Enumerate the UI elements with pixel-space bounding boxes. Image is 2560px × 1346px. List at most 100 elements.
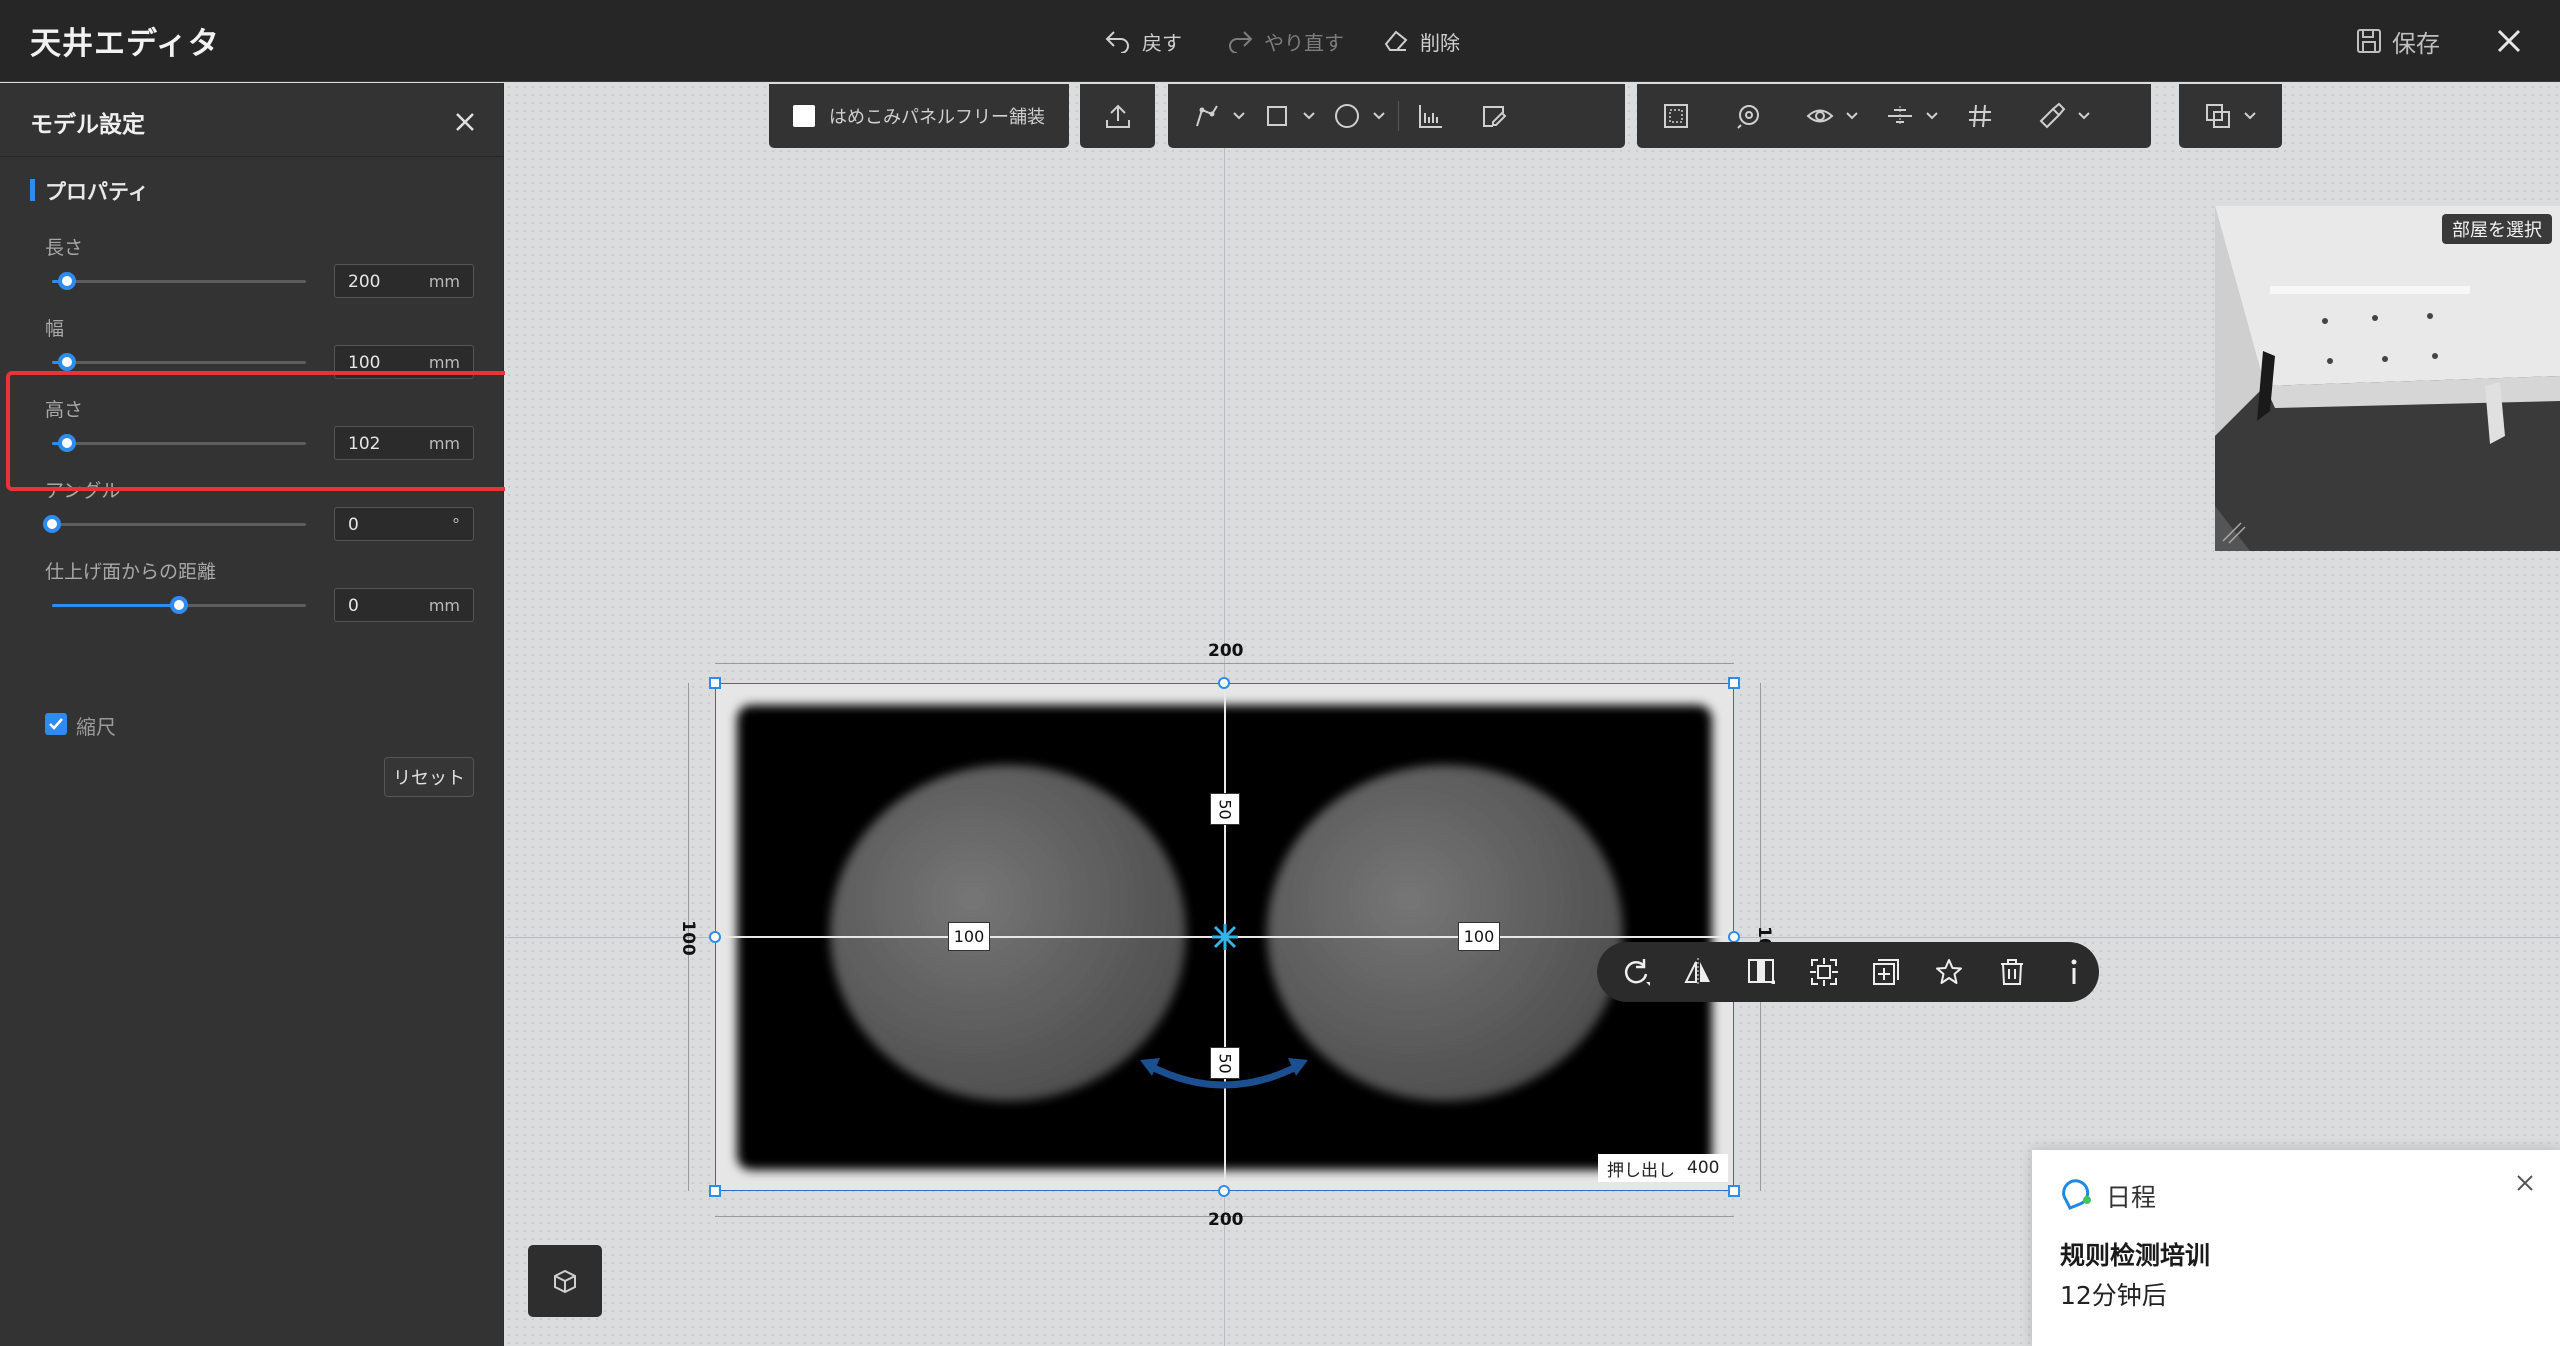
angle-input[interactable]: 0 ° bbox=[334, 507, 474, 541]
duplicate-icon bbox=[2206, 104, 2230, 128]
panel-header: モデル設定 bbox=[0, 83, 504, 157]
chevron-down-icon[interactable] bbox=[1302, 111, 1322, 121]
split-button[interactable] bbox=[1736, 947, 1786, 997]
resize-handle-top-left[interactable] bbox=[709, 677, 721, 689]
close-icon bbox=[2497, 29, 2521, 53]
info-button[interactable] bbox=[2049, 947, 2099, 997]
chevron-down-icon[interactable] bbox=[1372, 111, 1392, 121]
panel-close-button[interactable] bbox=[450, 107, 480, 137]
polyline-icon bbox=[1196, 105, 1218, 127]
align-icon bbox=[1888, 106, 1912, 126]
close-editor-button[interactable] bbox=[2488, 20, 2530, 62]
measure-tool[interactable] bbox=[1405, 91, 1455, 141]
reset-button[interactable]: リセット bbox=[384, 757, 474, 797]
save-icon bbox=[2357, 29, 2381, 53]
rectangle-icon bbox=[1267, 106, 1287, 126]
delete-button[interactable]: 削除 bbox=[1382, 24, 1460, 58]
cube-icon bbox=[554, 1269, 576, 1294]
chevron-down-icon[interactable] bbox=[2077, 111, 2097, 121]
circle-icon bbox=[1335, 104, 1359, 128]
section-title: プロパティ bbox=[45, 180, 149, 204]
left-offset-box[interactable]: 100 bbox=[948, 922, 990, 951]
width-slider-thumb[interactable] bbox=[58, 353, 77, 371]
resize-handle-bottom-left[interactable] bbox=[709, 1185, 721, 1197]
top-offset-box[interactable]: 50 bbox=[1210, 793, 1240, 825]
top-dimension-line bbox=[715, 663, 1734, 664]
finish-distance-slider[interactable] bbox=[52, 596, 306, 614]
chevron-down-icon[interactable] bbox=[1925, 111, 1945, 121]
align-tool[interactable] bbox=[1875, 91, 1925, 141]
rotate-icon bbox=[1624, 959, 1650, 986]
angle-unit: ° bbox=[452, 515, 460, 534]
paint-tool[interactable] bbox=[2027, 91, 2077, 141]
right-offset-box[interactable]: 100 bbox=[1458, 922, 1500, 951]
copy-tool-group bbox=[2179, 84, 2282, 148]
edit-area-icon bbox=[1483, 106, 1507, 127]
room-select-button[interactable]: 部屋を選択 bbox=[2442, 214, 2552, 244]
undo-button[interactable]: 戻す bbox=[1104, 24, 1182, 58]
duplicate-tool[interactable] bbox=[2193, 91, 2243, 141]
resize-handle-bottom-right[interactable] bbox=[1728, 1185, 1740, 1197]
mirror-icon bbox=[1684, 958, 1711, 986]
length-value: 200 bbox=[348, 272, 381, 292]
grid-tool[interactable] bbox=[1955, 91, 2005, 141]
finish-distance-input[interactable]: 0 mm bbox=[334, 588, 474, 622]
eraser-icon bbox=[1384, 30, 1408, 51]
width-slider[interactable] bbox=[52, 353, 306, 371]
section-accent-bar bbox=[30, 179, 35, 201]
visibility-tool[interactable] bbox=[1795, 91, 1845, 141]
chevron-down-icon[interactable] bbox=[2243, 111, 2263, 121]
circle-tool[interactable] bbox=[1322, 91, 1372, 141]
length-slider-thumb[interactable] bbox=[58, 272, 77, 290]
save-button[interactable]: 保存 bbox=[2356, 22, 2440, 60]
length-slider[interactable] bbox=[52, 272, 306, 290]
eye-icon bbox=[1806, 109, 1834, 123]
draw-tool-group bbox=[1168, 84, 1625, 148]
chevron-down-icon[interactable] bbox=[1845, 111, 1865, 121]
delete-model-button[interactable] bbox=[1987, 947, 2037, 997]
favorite-button[interactable] bbox=[1924, 947, 1974, 997]
rectangle-tool[interactable] bbox=[1252, 91, 1302, 141]
notification-app-name: 日程 bbox=[2106, 1183, 2157, 1212]
3d-view-button[interactable] bbox=[528, 1245, 602, 1317]
rotate-button[interactable] bbox=[1611, 947, 1661, 997]
width-value: 100 bbox=[348, 353, 381, 373]
fit-button[interactable] bbox=[1799, 947, 1849, 997]
extrude-value: 400 bbox=[1687, 1158, 1720, 1178]
upload-button[interactable] bbox=[1093, 91, 1143, 141]
3d-preview[interactable]: 部屋を選択 bbox=[2215, 206, 2560, 551]
chevron-down-icon[interactable] bbox=[1232, 111, 1252, 121]
angle-slider-thumb[interactable] bbox=[43, 515, 61, 533]
resize-handle-left[interactable] bbox=[709, 931, 721, 943]
rotate-handle[interactable] bbox=[1138, 1052, 1310, 1102]
scale-checkbox[interactable] bbox=[45, 713, 67, 735]
edit-area-tool[interactable] bbox=[1469, 91, 1519, 141]
frame-select-tool[interactable] bbox=[1651, 91, 1701, 141]
top-offset-value: 50 bbox=[1215, 798, 1235, 820]
redo-icon bbox=[1229, 31, 1253, 53]
upload-tool-group bbox=[1080, 84, 1155, 148]
resize-handle-top-right[interactable] bbox=[1728, 677, 1740, 689]
trash-icon bbox=[2000, 959, 2023, 985]
move-icon bbox=[1212, 924, 1238, 950]
notification-close-button[interactable] bbox=[2510, 1168, 2540, 1198]
add-copy-button[interactable] bbox=[1862, 947, 1912, 997]
resize-handle-top[interactable] bbox=[1218, 677, 1230, 689]
lasso-tool[interactable] bbox=[1723, 91, 1773, 141]
resize-handle-bottom[interactable] bbox=[1218, 1185, 1230, 1197]
polyline-tool[interactable] bbox=[1182, 91, 1232, 141]
move-handle[interactable] bbox=[1210, 922, 1240, 952]
redo-button[interactable]: やり直す bbox=[1226, 24, 1344, 58]
finish-distance-slider-thumb[interactable] bbox=[170, 596, 188, 614]
model-context-toolbar bbox=[1597, 942, 2099, 1002]
angle-slider[interactable] bbox=[43, 515, 306, 533]
rotate-arc-icon bbox=[1140, 1058, 1308, 1089]
schedule-notification[interactable]: 日程 规则检测培训 12分钟后 bbox=[2032, 1150, 2560, 1346]
finish-distance-value: 0 bbox=[348, 596, 359, 616]
finish-distance-label: 仕上げ面からの距離 bbox=[45, 561, 217, 583]
panel-free-checkbox[interactable] bbox=[793, 105, 815, 127]
schedule-icon bbox=[2060, 1178, 2096, 1212]
panel-free-toggle[interactable]: はめこみパネルフリー舗装 bbox=[769, 84, 1069, 148]
mirror-button[interactable] bbox=[1674, 947, 1724, 997]
length-input[interactable]: 200 mm bbox=[334, 264, 474, 298]
